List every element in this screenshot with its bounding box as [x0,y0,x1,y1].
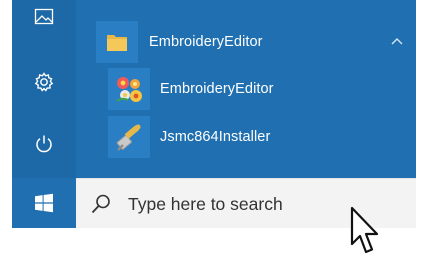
pictures-button[interactable] [12,0,76,34]
list-item-label: EmbroideryEditor [160,81,274,97]
windows-logo-icon [35,193,53,213]
folder-label: EmbroideryEditor [149,34,263,50]
app-list-panel: EmbroideryEditor EmbroideryEditor Jsmc86… [76,0,416,178]
list-item-jsmc864installer[interactable]: Jsmc864Installer [76,114,416,160]
start-button[interactable] [12,178,76,228]
embroidery-editor-app-icon [108,68,150,110]
mouse-cursor-icon [350,206,379,254]
search-icon [91,194,110,214]
power-button[interactable] [12,124,76,164]
search-placeholder: Type here to search [128,194,283,214]
power-icon [36,135,52,153]
installer-app-icon [108,116,150,158]
list-item-label: Jsmc864Installer [160,129,271,145]
settings-gear-icon [34,72,54,92]
list-item-embroideryeditor[interactable]: EmbroideryEditor [76,66,416,112]
settings-button[interactable] [12,62,76,102]
folder-embroideryeditor[interactable]: EmbroideryEditor [76,19,416,65]
chevron-up-icon[interactable] [390,34,404,48]
pictures-icon [34,8,54,25]
folder-icon [96,21,138,63]
start-menu-rail [12,0,76,178]
